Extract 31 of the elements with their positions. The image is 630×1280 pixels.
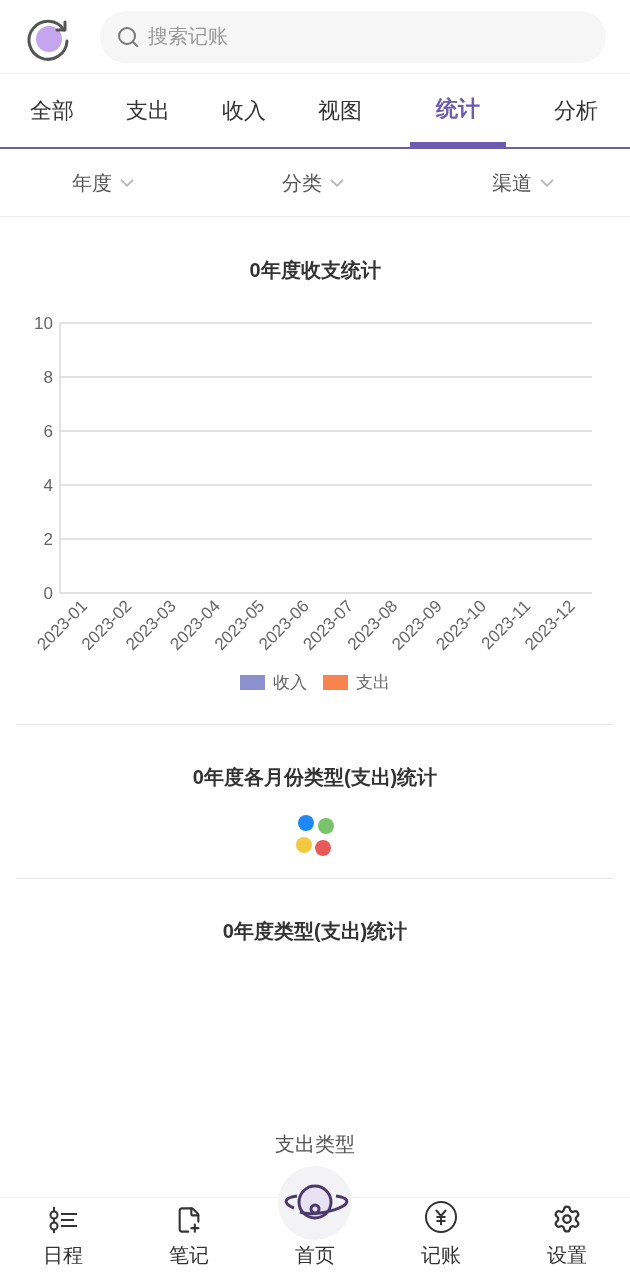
tab[interactable]: 统计 (410, 74, 506, 147)
tab[interactable]: 收入 (196, 74, 292, 147)
tab[interactable]: 支出 (100, 74, 196, 147)
filter-dropdown[interactable]: 年度 (72, 167, 138, 198)
legend-label: 收入 (273, 672, 307, 694)
yen-coin-icon (424, 1200, 458, 1234)
chart-caption: 支出类型 (275, 1132, 355, 1157)
tab[interactable]: 全部 (4, 74, 100, 147)
legend-label: 支出 (356, 672, 390, 694)
filter-dropdown[interactable]: 分类 (282, 167, 348, 198)
y-tick-label: 2 (43, 530, 53, 549)
section-title: 0年度类型(支出)统计 (222, 918, 408, 944)
y-tick-label: 0 (43, 584, 53, 603)
section-title: 0年度收支统计 (249, 258, 381, 283)
tab[interactable]: 分析 (528, 74, 624, 147)
y-tick-label: 4 (43, 476, 53, 495)
schedule-list-icon (48, 1206, 78, 1234)
nav-item[interactable]: 笔记 (126, 1198, 252, 1280)
y-tick-label: 6 (43, 422, 53, 441)
search-field[interactable]: 搜索记账 (100, 10, 606, 63)
home-nav-item[interactable]: 首页 (295, 1240, 335, 1270)
tab[interactable]: 视图 (292, 74, 388, 147)
settings-icon (552, 1204, 582, 1234)
y-tick-label: 8 (43, 368, 53, 387)
search-icon (116, 24, 140, 49)
nav-item[interactable]: 设置 (504, 1198, 630, 1280)
filter-dropdown[interactable]: 渠道 (492, 167, 558, 198)
nav-item[interactable]: 记账 (378, 1198, 504, 1280)
section-title: 0年度各月份类型(支出)统计 (192, 764, 438, 790)
y-tick-label: 10 (34, 314, 53, 333)
nav-item[interactable]: 日程 (0, 1198, 126, 1280)
